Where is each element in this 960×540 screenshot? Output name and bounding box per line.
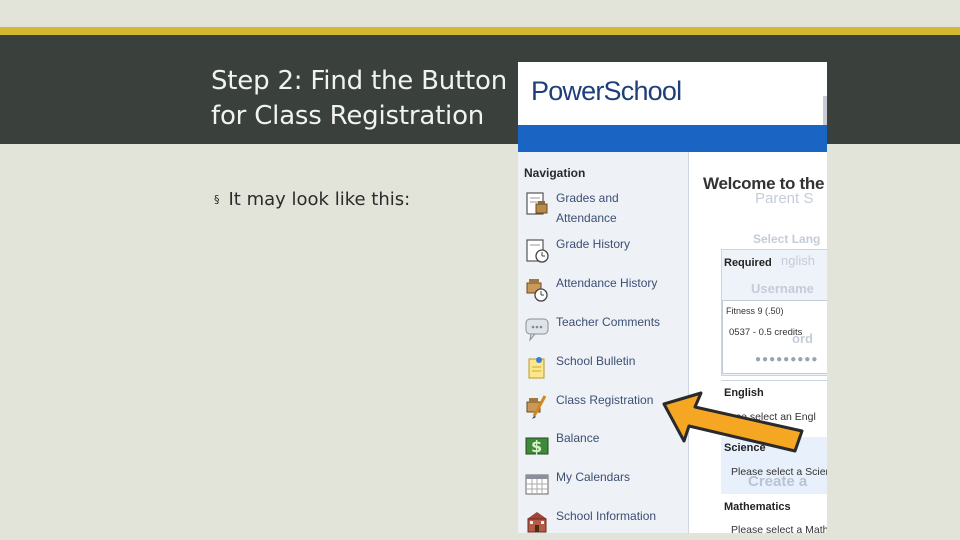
class-registration-icon — [526, 395, 547, 419]
nav-label-school-bulletin: School Bulletin — [556, 354, 636, 368]
school-bulletin-icon — [528, 357, 545, 379]
nav-item-grades-attendance[interactable]: Grades and Attendance — [518, 188, 688, 225]
nav-item-attendance-history[interactable]: Attendance History — [518, 273, 688, 309]
nav-item-grade-history[interactable]: Grade History — [518, 234, 688, 270]
science-label: Science — [724, 442, 766, 454]
powerschool-header: PowerSchool — [518, 62, 827, 128]
bullet-text: It may look like this: — [228, 189, 411, 210]
header-edge — [823, 96, 827, 128]
nav-item-class-registration[interactable]: Class Registration — [518, 390, 688, 426]
ghost-password-text: ord — [792, 331, 813, 346]
nav-label-grades-2: Attendance — [556, 211, 617, 225]
ghost-username-text: Username — [751, 281, 814, 296]
powerschool-blue-bar — [518, 125, 827, 152]
nav-label-class-registration: Class Registration — [556, 393, 654, 407]
nav-label-grade-history: Grade History — [556, 237, 631, 251]
mathematics-prompt: Please select a Math c — [731, 524, 827, 533]
slide-title-line-1: Step 2: Find the Button — [211, 66, 507, 96]
english-section[interactable]: English ase select an Engl — [721, 380, 827, 436]
english-label: English — [724, 387, 764, 399]
school-information-icon — [527, 512, 547, 533]
nav-label-teacher-comments: Teacher Comments — [556, 315, 661, 329]
grade-history-icon — [526, 239, 549, 263]
balance-icon: $ — [525, 437, 549, 456]
fitness-title: Fitness 9 (.50) — [726, 306, 784, 316]
svg-text:$: $ — [531, 437, 542, 456]
ghost-parent-text: Parent S — [755, 190, 814, 207]
navigation-sidebar: Navigation Grades and Attendance Grade H… — [518, 152, 689, 533]
ghost-english-text: nglish — [781, 253, 815, 268]
grades-attendance-icon — [526, 192, 548, 215]
nav-label-balance: Balance — [556, 431, 600, 445]
ghost-select-language: Select Lang — [753, 232, 821, 246]
navigation-heading: Navigation — [524, 166, 586, 180]
nav-item-my-calendars[interactable]: My Calendars — [518, 467, 688, 503]
my-calendars-icon — [525, 474, 549, 495]
mathematics-label: Mathematics — [724, 501, 791, 513]
science-section[interactable]: Science Please select a Scienc Create a — [721, 437, 827, 494]
nav-item-school-bulletin[interactable]: School Bulletin — [518, 351, 688, 387]
nav-label-attendance-history: Attendance History — [556, 276, 658, 290]
bullet-point: § It may look like this: — [214, 189, 410, 210]
nav-item-balance[interactable]: $ Balance — [518, 428, 688, 464]
mathematics-section[interactable]: Mathematics Please select a Math c — [721, 496, 827, 533]
accent-stripe — [0, 27, 960, 35]
teacher-comments-icon — [525, 318, 549, 342]
slide-title-line-2: for Class Registration — [211, 101, 485, 131]
powerschool-logo: PowerSchool — [531, 76, 682, 106]
ghost-password-dots: ●●●●●●●●● — [755, 354, 819, 365]
nav-label-my-calendars: My Calendars — [556, 470, 631, 484]
attendance-history-icon — [526, 279, 548, 302]
nav-item-school-information[interactable]: School Information — [518, 506, 688, 533]
nav-item-teacher-comments[interactable]: Teacher Comments — [518, 312, 688, 348]
nav-label-school-information: School Information — [556, 509, 657, 523]
main-content: Welcome to the Parent S Select Lang ngli… — [689, 152, 827, 533]
ghost-create-text: Create a — [748, 473, 808, 490]
fitness-course-box[interactable]: Fitness 9 (.50) 0537 - 0.5 credits ord ●… — [722, 300, 827, 374]
slide-title: Step 2: Find the Button for Class Regist… — [211, 64, 511, 134]
required-label: Required — [724, 257, 772, 269]
english-prompt: ase select an Engl — [730, 411, 816, 423]
bullet-mark: § — [214, 193, 220, 206]
powerschool-screenshot: PowerSchool Navigation Grades and Attend… — [518, 62, 827, 533]
nav-label-grades-1: Grades and — [556, 191, 619, 205]
